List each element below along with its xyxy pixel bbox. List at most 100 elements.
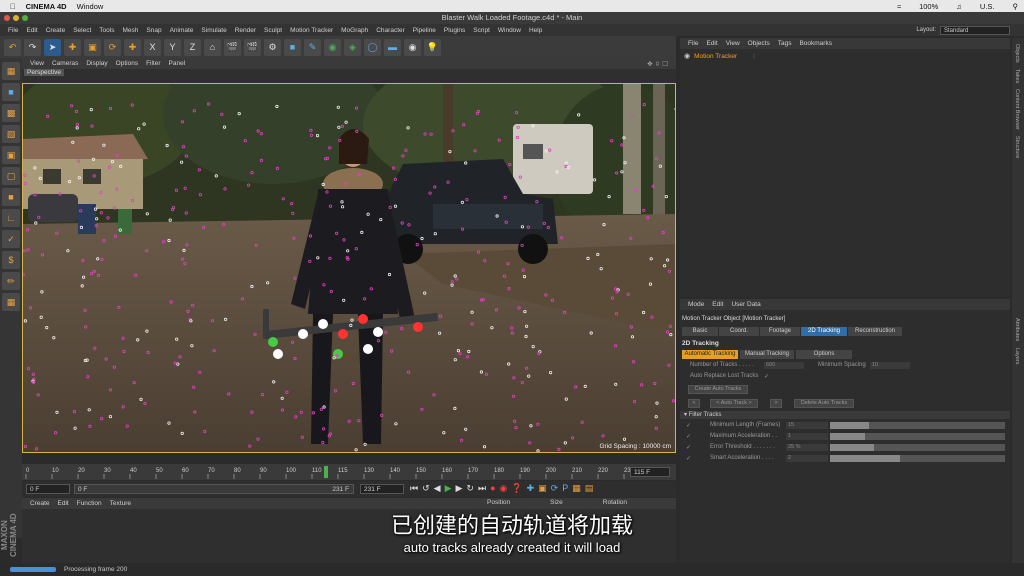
material-menu-edit[interactable]: Edit — [58, 500, 69, 507]
object-menu-view[interactable]: View — [726, 40, 740, 47]
window-menu[interactable]: Window — [77, 2, 104, 11]
filter-value-field[interactable]: 15 — [786, 422, 828, 429]
object-mode-icon[interactable]: ■ — [2, 83, 20, 101]
tab-2d-tracking[interactable]: 2D Tracking — [801, 327, 847, 336]
locale-label[interactable]: U.S. — [980, 2, 995, 11]
subtab-options[interactable]: Options — [796, 350, 852, 359]
app-menu[interactable]: CINEMA 4D — [26, 2, 67, 11]
object-menu-file[interactable]: File — [688, 40, 698, 47]
menu-item-file[interactable]: File — [8, 27, 18, 34]
menu-item-render[interactable]: Render — [235, 27, 256, 34]
tab-basic[interactable]: Basic — [682, 327, 718, 336]
move-icon[interactable]: ✚ — [64, 38, 81, 56]
layout-select[interactable]: Standard — [940, 25, 1010, 35]
menu-item-animate[interactable]: Animate — [170, 27, 194, 34]
menu-item-mograph[interactable]: MoGraph — [341, 27, 368, 34]
tab-reconstruction[interactable]: Reconstruction — [848, 327, 902, 336]
end-frame-field[interactable]: 231 F — [360, 484, 404, 494]
menu-item-help[interactable]: Help — [529, 27, 542, 34]
add-icon[interactable]: ✚ — [124, 38, 141, 56]
filter-checkbox[interactable]: ✓ — [686, 422, 691, 429]
x-axis-icon[interactable]: X — [144, 38, 161, 56]
visibility-dots-icon[interactable]: ⋮ — [751, 53, 757, 60]
rotation-key-icon[interactable]: ⟳ — [551, 483, 559, 494]
edges-mode-icon[interactable]: ▢ — [2, 167, 20, 185]
render-picture-icon[interactable]: 🎬 — [244, 38, 261, 56]
workplane-icon[interactable]: ▧ — [2, 125, 20, 143]
scale-icon[interactable]: ▣ — [84, 38, 101, 56]
min-spacing-field[interactable]: 10 — [870, 362, 910, 369]
step-forward-icon[interactable]: ▶ — [456, 483, 463, 494]
minimize-window-button[interactable] — [13, 15, 19, 21]
filter-value-field[interactable]: 1 — [786, 433, 828, 440]
coord-system-icon[interactable]: ⌂ — [204, 38, 221, 56]
tab-coord-[interactable]: Coord. — [719, 327, 759, 336]
camera-icon[interactable]: ◉ — [404, 38, 421, 56]
go-end-icon[interactable]: ⏭ — [478, 483, 486, 494]
next-key-icon[interactable]: ↻ — [466, 483, 474, 494]
cloner-icon[interactable]: ◈ — [344, 38, 361, 56]
side-tab-structure[interactable]: Structure — [1014, 136, 1020, 158]
battery-label[interactable]: 100% — [919, 2, 938, 11]
viewport-menu-panel[interactable]: Panel — [169, 60, 186, 67]
polygons-mode-icon[interactable]: ■ — [2, 188, 20, 206]
object-menu-objects[interactable]: Objects — [748, 40, 770, 47]
deformer-icon[interactable]: ◯ — [364, 38, 381, 56]
redo-icon[interactable]: ↷ — [24, 38, 41, 56]
autokey-icon[interactable]: ◉ — [500, 483, 508, 494]
create-auto-tracks-button[interactable]: Create Auto Tracks — [688, 385, 748, 394]
auto-track-button[interactable]: < Auto Track > — [710, 399, 758, 408]
pla-key-icon[interactable]: ▦ — [572, 483, 581, 494]
y-axis-icon[interactable]: Y — [164, 38, 181, 56]
menu-item-window[interactable]: Window — [498, 27, 521, 34]
axis-mode-icon[interactable]: ∟ — [2, 209, 20, 227]
range-slider[interactable]: 0 F 231 F — [74, 484, 354, 494]
menu-item-select[interactable]: Select — [73, 27, 91, 34]
menu-item-edit[interactable]: Edit — [26, 27, 37, 34]
texture-mode-icon[interactable]: ▩ — [2, 104, 20, 122]
menu-item-create[interactable]: Create — [46, 27, 66, 34]
tweak-icon[interactable]: ✓ — [2, 230, 20, 248]
side-tab-content-browser[interactable]: Content Browser — [1014, 89, 1020, 130]
material-menu-create[interactable]: Create — [30, 500, 50, 507]
delete-auto-tracks-button[interactable]: Delete Auto Tracks — [794, 399, 854, 408]
material-menu-texture[interactable]: Texture — [110, 500, 131, 507]
menu-item-tools[interactable]: Tools — [99, 27, 114, 34]
close-window-button[interactable] — [4, 15, 10, 21]
step-back-icon[interactable]: ◀ — [434, 483, 441, 494]
filter-tracks-header[interactable]: ▾ Filter Tracks — [680, 411, 1010, 419]
model-mode-icon[interactable]: ▦ — [2, 62, 20, 80]
viewport-menu-options[interactable]: Options — [116, 60, 138, 67]
prev-button[interactable]: < — [688, 399, 700, 408]
go-start-icon[interactable]: ⏮ — [410, 483, 418, 494]
subdivision-icon[interactable]: ◉ — [324, 38, 341, 56]
filter-checkbox[interactable]: ✓ — [686, 433, 691, 440]
points-mode-icon[interactable]: ▣ — [2, 146, 20, 164]
rotate-icon[interactable]: ⟳ — [104, 38, 121, 56]
attribute-menu-edit[interactable]: Edit — [712, 301, 723, 308]
next-button[interactable]: > — [770, 399, 782, 408]
side-tab-objects[interactable]: Objects — [1014, 44, 1020, 63]
subtab-manual-tracking[interactable]: Manual Tracking — [740, 350, 794, 359]
z-axis-icon[interactable]: Z — [184, 38, 201, 56]
playhead[interactable] — [324, 466, 328, 478]
menu-item-simulate[interactable]: Simulate — [201, 27, 226, 34]
current-frame-field[interactable]: 115 F — [630, 467, 670, 477]
menu-item-script[interactable]: Script — [473, 27, 490, 34]
tab-footage[interactable]: Footage — [760, 327, 800, 336]
menu-item-snap[interactable]: Snap — [146, 27, 161, 34]
render-settings-icon[interactable]: ⚙ — [264, 38, 281, 56]
attribute-menu-mode[interactable]: Mode — [688, 301, 704, 308]
position-key-icon[interactable]: ✚ — [527, 483, 535, 494]
menu-item-sculpt[interactable]: Sculpt — [264, 27, 282, 34]
timeline-window-icon[interactable]: ▤ — [585, 483, 594, 494]
prev-key-icon[interactable]: ↺ — [422, 483, 430, 494]
object-menu-edit[interactable]: Edit — [706, 40, 717, 47]
num-tracks-field[interactable]: 600 — [764, 362, 804, 369]
filter-checkbox[interactable]: ✓ — [686, 444, 691, 451]
side-tab-attributes[interactable]: Attributes — [1014, 318, 1020, 341]
object-row[interactable]: ◉ Motion Tracker ⋮ — [680, 51, 1010, 61]
light-icon[interactable]: 💡 — [424, 38, 441, 56]
timeline-ruler[interactable]: 0 10 20 30 40 50 60 70 80 90 100 110 115 130 140 150 160… — [22, 464, 676, 480]
viewport-menu-filter[interactable]: Filter — [146, 60, 160, 67]
